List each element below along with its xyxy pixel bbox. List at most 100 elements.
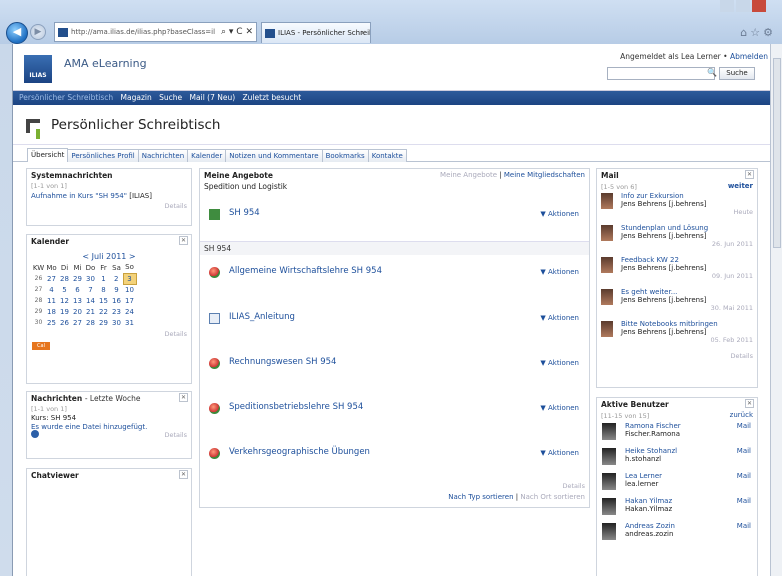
close-icon[interactable]: ✕ [745,170,754,179]
item-title[interactable]: Verkehrsgeographische Übungen [229,447,370,457]
next-page-link[interactable]: weiter [728,182,753,190]
tab-profil[interactable]: Persönliches Profil [67,149,139,162]
close-icon[interactable]: ✕ [179,236,188,245]
cal-day[interactable]: 8 [97,284,110,295]
list-item[interactable]: Allgemeine Wirtschaftslehre SH 954 ▼ Akti… [209,265,579,285]
nav-item-suche[interactable]: Suche [159,93,182,102]
details-link[interactable]: Details [27,202,191,210]
cal-day[interactable]: 14 [84,295,97,306]
cal-day[interactable]: 27 [71,317,84,328]
search-button[interactable]: Suche [719,67,755,80]
tab-nachrichten[interactable]: Nachrichten [137,149,189,162]
cal-day-today[interactable]: 3 [122,272,137,285]
tab-close-icon[interactable]: × [360,23,366,43]
cal-day[interactable]: 30 [84,273,97,284]
cal-day[interactable]: 27 [45,273,58,284]
cal-day[interactable]: 19 [58,306,71,317]
search-icon[interactable]: 🔍 [707,68,717,77]
mail-item[interactable]: Bitte Notebooks mitbringen Jens Behrens [… [597,320,757,352]
details-link[interactable]: Details [597,352,757,360]
forward-button[interactable]: ▶ [30,24,46,40]
actions-menu[interactable]: ▼ Aktionen [540,404,579,412]
cal-day[interactable]: 17 [123,295,136,306]
list-item[interactable]: Speditionsbetriebslehre SH 954 ▼ Aktionen [209,401,579,421]
mail-item[interactable]: Stundenplan und Lösung Jens Behrens [j.be… [597,224,757,256]
nav-item-mail[interactable]: Mail (7 Neu) [190,93,236,102]
cal-day[interactable]: 31 [123,317,136,328]
cal-export-button[interactable]: Cal [32,342,50,350]
mail-subject[interactable]: Feedback KW 22 [621,256,757,264]
cal-day[interactable]: 24 [123,306,136,317]
cal-day[interactable]: 2 [110,273,123,284]
list-item[interactable]: SH 954 ▼ Aktionen [209,207,579,227]
tab-notizen[interactable]: Notizen und Kommentare [225,149,323,162]
mail-subject[interactable]: Stundenplan und Lösung [621,224,757,232]
sort-by-location-link[interactable]: Nach Ort sortieren [520,493,585,501]
actions-menu[interactable]: ▼ Aktionen [540,210,579,218]
cal-day[interactable]: 5 [58,284,71,295]
close-icon[interactable]: ✕ [745,399,754,408]
tab-uebersicht[interactable]: Übersicht [27,148,69,162]
cal-day[interactable]: 7 [84,284,97,295]
sort-by-type-link[interactable]: Nach Typ sortieren [448,493,513,501]
details-link[interactable]: Details [562,482,589,490]
ilias-logo[interactable]: ILIAS [24,55,52,83]
cal-day[interactable]: 16 [110,295,123,306]
actions-menu[interactable]: ▼ Aktionen [540,359,579,367]
close-icon[interactable]: ✕ [179,393,188,402]
address-controls[interactable]: ⌕ ▾ C ✕ [221,23,253,41]
mail-item[interactable]: Info zur Exkursion Jens Behrens [j.behren… [597,192,757,224]
browser-tab[interactable]: ILIAS - Persönlicher Schreib... × [261,22,371,43]
cal-day[interactable]: 30 [110,317,123,328]
cal-day[interactable]: 6 [71,284,84,295]
cal-day[interactable]: 11 [45,295,58,306]
mail-item[interactable]: Es geht weiter... Jens Behrens [j.behrens… [597,288,757,320]
vertical-scrollbar[interactable] [770,44,782,576]
details-link[interactable]: Details [27,430,191,439]
back-button[interactable]: ◀ [6,22,28,44]
tab-bookmarks[interactable]: Bookmarks [321,149,369,162]
logout-link[interactable]: Abmelden [730,52,768,61]
mail-subject[interactable]: Es geht weiter... [621,288,757,296]
cal-day[interactable]: 22 [97,306,110,317]
close-window-button[interactable] [752,0,766,12]
mail-subject[interactable]: Bitte Notebooks mitbringen [621,320,757,328]
nav-item-magazin[interactable]: Magazin [121,93,152,102]
browser-tool-icons[interactable]: ⌂☆⚙ [740,26,776,39]
mail-user-link[interactable]: Mail [737,522,751,530]
cal-day[interactable]: 20 [71,306,84,317]
view-meine-angebote[interactable]: Meine Angebote [440,171,497,179]
cal-day[interactable]: 9 [110,284,123,295]
cal-day[interactable]: 1 [97,273,110,284]
scrollbar-thumb[interactable] [773,58,781,248]
mail-item[interactable]: Feedback KW 22 Jens Behrens [j.behrens] 09… [597,256,757,288]
search-input[interactable] [607,67,715,80]
mail-subject[interactable]: Info zur Exkursion [621,192,757,200]
item-title[interactable]: ILIAS_Anleitung [229,312,295,322]
tab-kontakte[interactable]: Kontakte [367,149,407,162]
list-item[interactable]: Verkehrsgeographische Übungen ▼ Aktionen [209,446,579,466]
item-title[interactable]: Allgemeine Wirtschaftslehre SH 954 [229,266,382,276]
cal-day[interactable]: 29 [71,273,84,284]
cal-day[interactable]: 12 [58,295,71,306]
cal-day[interactable]: 25 [45,317,58,328]
view-mitgliedschaften[interactable]: Meine Mitgliedschaften [504,171,585,179]
maximize-button[interactable] [736,0,750,12]
cal-day[interactable]: 18 [45,306,58,317]
list-item[interactable]: Rechnungswesen SH 954 ▼ Aktionen [209,356,579,376]
favorites-star-icon[interactable]: ☆ [750,26,763,39]
mail-user-link[interactable]: Mail [737,497,751,505]
previous-page-link[interactable]: zurück [730,411,753,419]
system-message-link[interactable]: Aufnahme in Kurs "SH 954" [31,192,127,200]
nav-item-zuletzt[interactable]: Zuletzt besucht [243,93,302,102]
item-title[interactable]: Rechnungswesen SH 954 [229,357,336,367]
cal-day[interactable]: 26 [58,317,71,328]
cal-day[interactable]: 21 [84,306,97,317]
settings-gear-icon[interactable]: ⚙ [763,26,776,39]
cal-day[interactable]: 28 [58,273,71,284]
close-icon[interactable]: ✕ [179,470,188,479]
mail-user-link[interactable]: Mail [737,472,751,480]
item-title[interactable]: SH 954 [229,208,260,218]
address-bar[interactable]: http://ama.ilias.de/ilias.php?baseClass=… [54,22,257,42]
cal-day[interactable]: 4 [45,284,58,295]
